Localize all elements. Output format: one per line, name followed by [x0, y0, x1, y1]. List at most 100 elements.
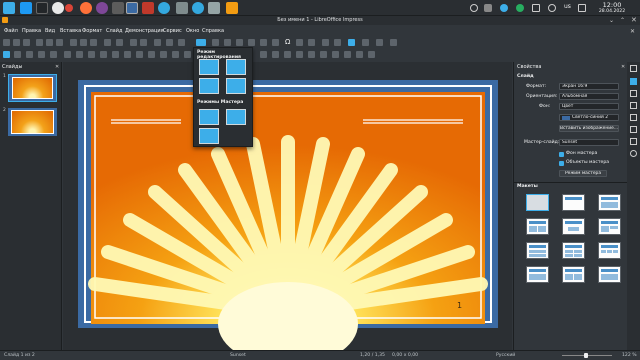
- telegram-icon[interactable]: [192, 2, 204, 14]
- shapes-icon[interactable]: [322, 39, 329, 46]
- layout-title-only[interactable]: [562, 194, 585, 211]
- network-icon[interactable]: [470, 4, 478, 12]
- flowchart-icon[interactable]: [172, 51, 179, 58]
- zoom-pan-icon[interactable]: [14, 51, 21, 58]
- red-app-icon[interactable]: [142, 2, 154, 14]
- slide-sorter-tile[interactable]: [226, 78, 246, 94]
- workspace-icon[interactable]: [126, 2, 138, 14]
- app-icon[interactable]: [208, 2, 220, 14]
- close-document-icon[interactable]: ✕: [630, 28, 635, 35]
- toggle-extrusion-icon[interactable]: [368, 51, 375, 58]
- maximize-icon[interactable]: ⌃: [620, 17, 625, 24]
- master-bg-checkbox[interactable]: [559, 152, 564, 157]
- redo-icon[interactable]: [116, 39, 123, 46]
- layouts-section-title[interactable]: Макеты: [517, 184, 538, 189]
- comment-icon[interactable]: [308, 39, 315, 46]
- extrusion-icon[interactable]: [356, 51, 363, 58]
- app-tray-icon[interactable]: [484, 4, 492, 12]
- insert-image-button[interactable]: Вставить изображение...: [559, 125, 619, 132]
- app-icon[interactable]: [176, 2, 188, 14]
- master-notes-tile[interactable]: [226, 109, 246, 125]
- close-icon[interactable]: ✕: [631, 16, 637, 24]
- curve-icon[interactable]: [334, 39, 341, 46]
- menu-tools[interactable]: Сервис: [163, 28, 182, 34]
- tor-icon[interactable]: [96, 2, 108, 14]
- select-icon[interactable]: [3, 51, 10, 58]
- slide-canvas[interactable]: 1: [63, 62, 512, 360]
- rectangle-icon[interactable]: [76, 51, 83, 58]
- layout-blank[interactable]: [526, 194, 549, 211]
- slide-thumbnail-2[interactable]: [8, 108, 57, 136]
- orientation-select[interactable]: Альбомная: [559, 93, 619, 100]
- layout-vertical-title[interactable]: [526, 266, 549, 283]
- layout-six-content[interactable]: [598, 242, 621, 259]
- language-indicator[interactable]: us: [564, 3, 571, 10]
- document-language[interactable]: Русский: [496, 353, 515, 358]
- arrange-icon[interactable]: [296, 51, 303, 58]
- layout-centered-text[interactable]: [562, 218, 585, 235]
- helplines-icon[interactable]: [166, 39, 173, 46]
- telegram-icon[interactable]: [158, 2, 170, 14]
- layout-title-content-over[interactable]: [526, 242, 549, 259]
- clock-time[interactable]: 12:00: [594, 1, 630, 9]
- textbox-icon[interactable]: [260, 39, 267, 46]
- master-slides-tab-icon[interactable]: [630, 114, 637, 121]
- open-icon[interactable]: [13, 39, 20, 46]
- file-manager-icon[interactable]: [20, 2, 32, 14]
- close-panel-icon[interactable]: ✕: [55, 64, 59, 70]
- layout-four-content[interactable]: [562, 242, 585, 259]
- menu-file[interactable]: Файл: [4, 28, 18, 34]
- undo-icon[interactable]: [104, 39, 111, 46]
- master-objects-checkbox[interactable]: [559, 161, 564, 166]
- zoom-level[interactable]: 122 %: [622, 353, 637, 358]
- distribute-icon[interactable]: [308, 51, 315, 58]
- find-icon[interactable]: [130, 39, 137, 46]
- clipboard-icon[interactable]: [532, 4, 540, 12]
- print-icon[interactable]: [56, 39, 63, 46]
- 3d-objects-icon[interactable]: [260, 51, 267, 58]
- layout-vertical-2[interactable]: [598, 266, 621, 283]
- callout-icon[interactable]: [362, 39, 369, 46]
- symbol-shapes-icon[interactable]: [148, 51, 155, 58]
- menu-insert[interactable]: Вставка: [60, 28, 81, 34]
- chart-icon[interactable]: [248, 39, 255, 46]
- media-icon[interactable]: [236, 39, 243, 46]
- menu-window[interactable]: Окно: [186, 28, 199, 34]
- filter-icon[interactable]: [344, 51, 351, 58]
- terminal-icon[interactable]: [36, 2, 48, 14]
- arrow-icon[interactable]: [100, 51, 107, 58]
- fill-color-icon[interactable]: [50, 51, 57, 58]
- stars-icon[interactable]: [376, 39, 383, 46]
- animation-tab-icon[interactable]: [630, 102, 637, 109]
- master-handout-tile[interactable]: [199, 128, 219, 144]
- format-select[interactable]: Экран 16:9: [559, 83, 619, 90]
- close-sidebar-icon[interactable]: ✕: [621, 64, 625, 70]
- hyperlink-icon[interactable]: [296, 39, 303, 46]
- menu-help[interactable]: Справка: [202, 28, 224, 34]
- menu-slide[interactable]: Слайд: [106, 28, 122, 34]
- shadow-icon[interactable]: [320, 51, 327, 58]
- image-icon[interactable]: [224, 39, 231, 46]
- line-icon[interactable]: [64, 51, 71, 58]
- layout-title-content-2[interactable]: [598, 218, 621, 235]
- callouts-icon[interactable]: [184, 51, 191, 58]
- properties-tab-icon[interactable]: [630, 78, 637, 85]
- menu-slideshow[interactable]: Демонстрация: [125, 28, 164, 34]
- normal-view-tile[interactable]: [199, 59, 219, 75]
- menu-view[interactable]: Вид: [45, 28, 55, 34]
- chrome-icon[interactable]: [52, 2, 64, 14]
- sidebar-menu-icon[interactable]: [630, 65, 637, 72]
- curve-tool-icon[interactable]: [112, 51, 119, 58]
- layout-vertical-text[interactable]: [562, 266, 585, 283]
- export-icon[interactable]: [36, 39, 43, 46]
- paste-icon[interactable]: [90, 39, 97, 46]
- menu-format[interactable]: Формат: [82, 28, 102, 34]
- notes-view-tile[interactable]: [199, 78, 219, 94]
- outline-view-tile[interactable]: [226, 59, 246, 75]
- tray-icon[interactable]: [516, 4, 524, 12]
- copy-icon[interactable]: [80, 39, 87, 46]
- libreoffice-icon[interactable]: [226, 2, 238, 14]
- tray-icon[interactable]: [500, 4, 508, 12]
- slide-transition-tab-icon[interactable]: [630, 90, 637, 97]
- master-slide-tile[interactable]: [199, 109, 219, 125]
